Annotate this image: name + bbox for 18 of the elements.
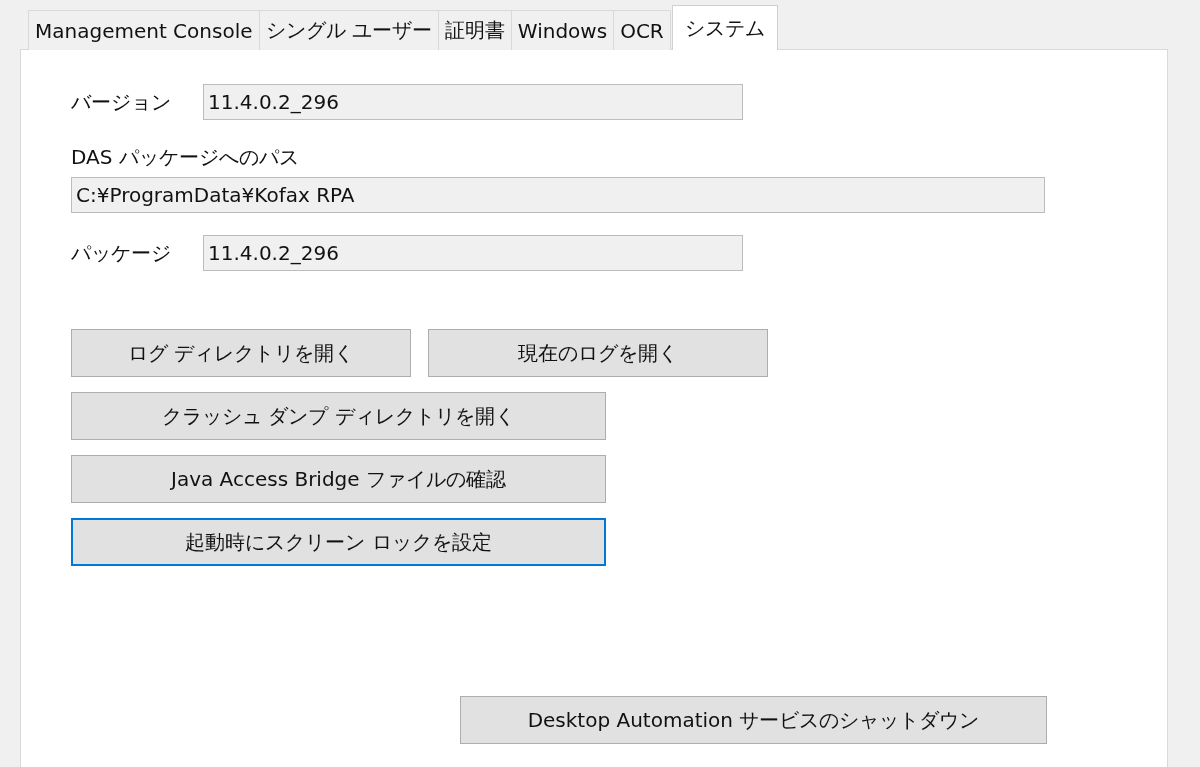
action-button[interactable]: クラッシュ ダンプ ディレクトリを開く: [71, 392, 606, 440]
tab[interactable]: 証明書: [437, 10, 512, 50]
tab[interactable]: OCR: [613, 10, 671, 50]
shutdown-button[interactable]: Desktop Automation サービスのシャットダウン: [460, 696, 1047, 744]
field-label: バージョン: [71, 88, 172, 116]
tab[interactable]: Management Console: [28, 10, 260, 50]
field-label: パッケージ: [71, 239, 172, 267]
action-button[interactable]: 現在のログを開く: [428, 329, 768, 377]
action-button[interactable]: Java Access Bridge ファイルの確認: [71, 455, 606, 503]
tab[interactable]: シングル ユーザー: [258, 10, 439, 50]
tab[interactable]: Windows: [510, 10, 615, 50]
text-field[interactable]: C:¥ProgramData¥Kofax RPA: [71, 177, 1045, 213]
action-button[interactable]: ログ ディレクトリを開く: [71, 329, 411, 377]
field-label: DAS パッケージへのパス: [71, 144, 300, 171]
text-field[interactable]: 11.4.0.2_296: [203, 235, 743, 271]
action-button[interactable]: 起動時にスクリーン ロックを設定: [71, 518, 606, 566]
tab[interactable]: システム: [671, 5, 778, 50]
text-field[interactable]: 11.4.0.2_296: [203, 84, 743, 120]
